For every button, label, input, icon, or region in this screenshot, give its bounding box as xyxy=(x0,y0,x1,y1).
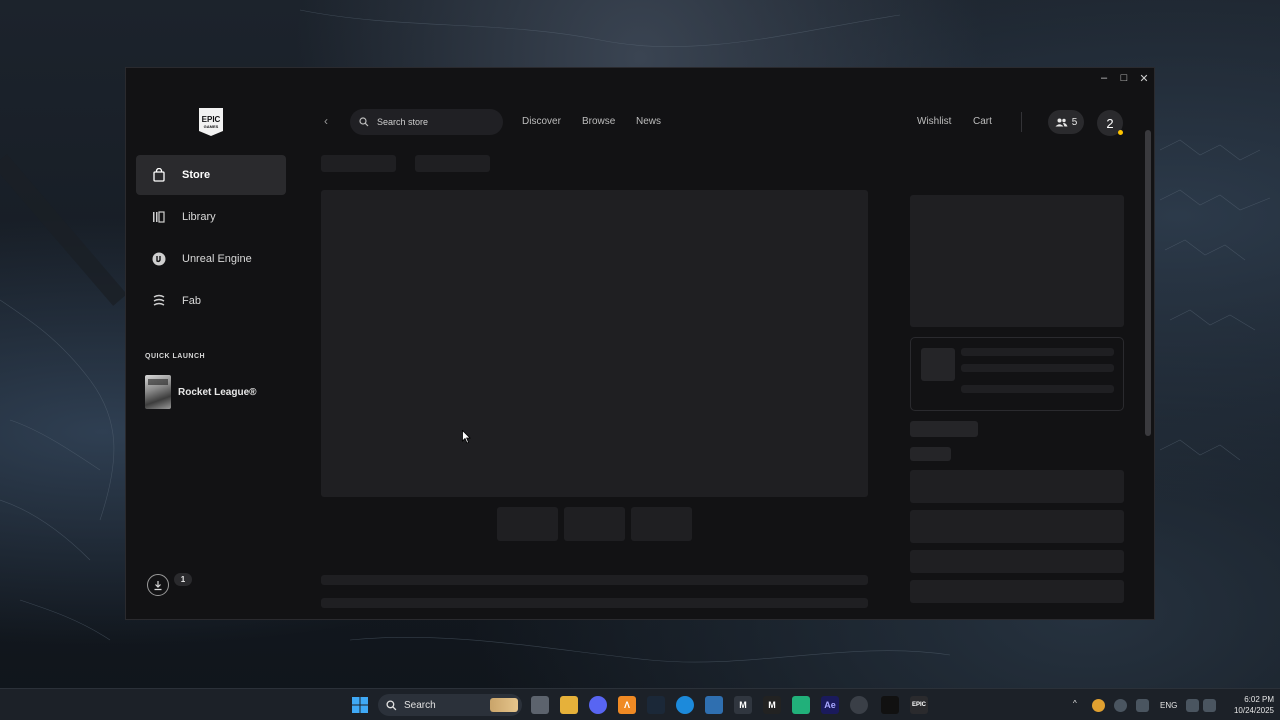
microphone-icon[interactable] xyxy=(1136,699,1149,712)
search-highlight-icon xyxy=(490,698,518,712)
wishlist-link[interactable]: Wishlist xyxy=(917,116,951,127)
skeleton-tab xyxy=(415,155,490,172)
skeleton-card-line xyxy=(961,385,1114,393)
skeleton-side-image xyxy=(910,195,1124,327)
topbar-divider xyxy=(1021,112,1022,132)
quick-launch-label: Rocket League® xyxy=(178,386,257,398)
taskbar-search-label: Search xyxy=(404,699,436,711)
skeleton-card-icon xyxy=(921,348,955,381)
search-bar[interactable] xyxy=(350,109,503,135)
sidebar-item-label: Store xyxy=(182,169,211,181)
nav-link-discover[interactable]: Discover xyxy=(522,116,561,127)
skeleton-hero-banner xyxy=(321,190,868,497)
task-view-icon[interactable] xyxy=(531,696,549,714)
clock-time: 6:02 PM xyxy=(1244,695,1274,704)
volume-icon[interactable] xyxy=(1203,699,1216,712)
app-icon-green[interactable] xyxy=(792,696,810,714)
skeleton-thumbnail xyxy=(564,507,625,541)
sidebar-item-label: Fab xyxy=(182,295,201,307)
network-icon[interactable] xyxy=(1186,699,1199,712)
clock-date: 10/24/2025 xyxy=(1233,706,1274,715)
quick-launch-title: QUICK LAUNCH xyxy=(145,353,206,360)
logo-text-bottom: GAMES xyxy=(203,123,219,129)
epic-games-taskbar-icon[interactable]: EPIC xyxy=(910,696,928,714)
nav-link-news[interactable]: News xyxy=(636,116,661,127)
taskbar-search[interactable]: Search xyxy=(378,694,522,716)
sidebar-item-label: Unreal Engine xyxy=(182,253,252,265)
friends-icon xyxy=(1055,118,1068,126)
quick-launch-item-rocket-league[interactable]: Rocket League® xyxy=(145,375,257,409)
cart-link[interactable]: Cart xyxy=(973,116,992,127)
sidebar-item-library[interactable]: Library xyxy=(136,197,286,237)
window-controls: – □ ✕ xyxy=(1094,68,1154,88)
unreal-engine-icon xyxy=(152,252,166,266)
mouse-cursor-icon xyxy=(462,430,471,444)
app-icon-bm[interactable]: M xyxy=(734,696,752,714)
nav-link-browse[interactable]: Browse xyxy=(582,116,615,127)
tray-chevron-icon[interactable]: ^ xyxy=(1073,699,1077,708)
windows-taskbar: Search Λ M M Ae EPIC ^ ENG 6:02 PM 10/24… xyxy=(0,688,1280,720)
skeleton-tab xyxy=(321,155,396,172)
skeleton-label xyxy=(910,447,951,461)
input-language[interactable]: ENG xyxy=(1160,701,1177,710)
downloads-button[interactable] xyxy=(147,574,169,596)
minimize-button[interactable]: – xyxy=(1094,68,1114,88)
edge-browser-icon[interactable] xyxy=(676,696,694,714)
app-icon-circle[interactable] xyxy=(850,696,868,714)
windows-start-icon[interactable] xyxy=(351,696,369,714)
epic-games-launcher-window: – □ ✕ EPIC GAMES Store Library Unreal En… xyxy=(125,67,1155,620)
scrollbar-thumb[interactable] xyxy=(1145,130,1151,436)
after-effects-icon[interactable]: Ae xyxy=(821,696,839,714)
shield-app-icon[interactable] xyxy=(705,696,723,714)
file-explorer-icon[interactable] xyxy=(560,696,578,714)
friends-button[interactable]: 5 xyxy=(1048,110,1084,134)
taskbar-clock[interactable]: 6:02 PM 10/24/2025 xyxy=(1224,694,1274,716)
shopping-bag-icon xyxy=(152,168,166,182)
app-icon-game[interactable] xyxy=(881,696,899,714)
skeleton-row xyxy=(910,550,1124,573)
maximize-button[interactable]: □ xyxy=(1114,68,1134,88)
skeleton-row xyxy=(910,580,1124,603)
downloads-count-badge: 1 xyxy=(174,573,192,586)
back-button[interactable]: ‹ xyxy=(324,114,328,128)
skeleton-card-line xyxy=(961,348,1114,356)
close-button[interactable]: ✕ xyxy=(1134,68,1154,88)
sidebar-item-fab[interactable]: Fab xyxy=(136,281,286,321)
fab-icon xyxy=(152,294,166,308)
logo-text-top: EPIC xyxy=(201,114,221,124)
skeleton-text-line xyxy=(321,598,868,608)
skeleton-card-line xyxy=(961,364,1114,372)
search-input[interactable] xyxy=(377,117,487,127)
vertical-scrollbar[interactable] xyxy=(1145,90,1151,615)
library-icon xyxy=(152,210,166,224)
search-icon xyxy=(386,699,397,710)
sidebar-item-label: Library xyxy=(182,211,216,223)
sidebar-item-unreal-engine[interactable]: Unreal Engine xyxy=(136,239,286,279)
game-thumbnail xyxy=(145,375,171,409)
skeleton-text-line xyxy=(321,575,868,585)
friends-count: 5 xyxy=(1071,116,1078,128)
online-status-indicator xyxy=(1118,130,1123,135)
skeleton-button xyxy=(910,470,1124,503)
epic-games-logo[interactable]: EPIC GAMES xyxy=(199,108,223,136)
tray-app-icon[interactable] xyxy=(1092,699,1105,712)
download-icon xyxy=(154,580,162,590)
skeleton-thumbnail xyxy=(497,507,558,541)
steam-icon[interactable] xyxy=(647,696,665,714)
tray-cloud-icon[interactable] xyxy=(1114,699,1127,712)
app-icon-orange[interactable]: Λ xyxy=(618,696,636,714)
sidebar-item-store[interactable]: Store xyxy=(136,155,286,195)
skeleton-button xyxy=(910,510,1124,543)
skeleton-label xyxy=(910,421,978,437)
search-icon xyxy=(359,117,369,127)
discord-icon[interactable] xyxy=(589,696,607,714)
skeleton-thumbnail xyxy=(631,507,692,541)
app-icon-dark[interactable]: M xyxy=(763,696,781,714)
